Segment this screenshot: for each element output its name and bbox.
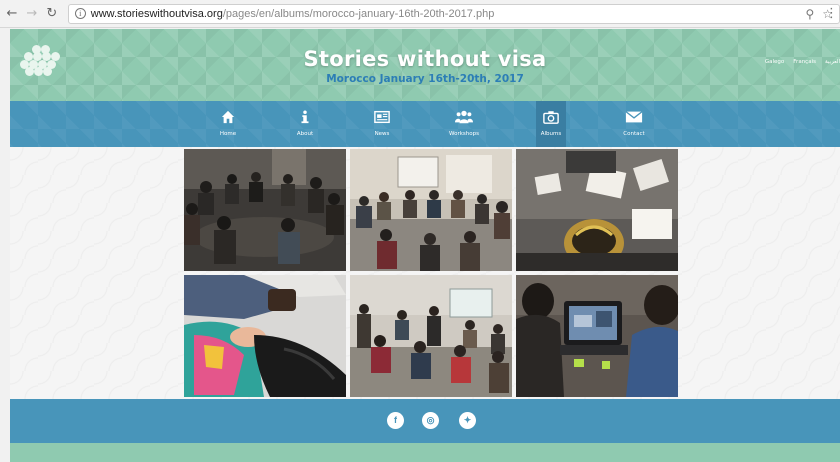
language-switcher: Galego Français العربية — [765, 59, 840, 65]
instagram-icon[interactable]: ◎ — [422, 412, 439, 429]
site-title: Stories without visa — [303, 47, 547, 71]
nav-contact[interactable]: Contact — [619, 101, 649, 147]
nav-label: Contact — [623, 131, 645, 137]
nav-label: Albums — [540, 131, 562, 137]
nav-workshops[interactable]: Workshops — [444, 101, 484, 147]
nav-label: About — [296, 131, 314, 137]
nav-label: News — [374, 131, 390, 137]
url-path: /pages/en/albums/morocco-january-16th-20… — [222, 7, 495, 20]
site-footer: f ◎ ✦ — [10, 399, 840, 443]
info-icon[interactable]: i — [74, 8, 86, 19]
back-arrow-icon[interactable]: ← — [4, 6, 20, 22]
photo-icon — [350, 149, 512, 271]
album-photo-3[interactable] — [516, 149, 678, 271]
address-bar[interactable]: i www.storieswithoutvisa.org/pages/en/al… — [67, 3, 840, 24]
nav-about[interactable]: About — [290, 101, 320, 147]
album-gallery — [10, 147, 840, 399]
nav-home[interactable]: Home — [213, 101, 243, 147]
nav-label: Workshops — [448, 131, 479, 137]
lang-galego[interactable]: Galego — [765, 59, 784, 65]
album-photo-5[interactable] — [350, 275, 512, 397]
zoom-icon[interactable]: ⚲ — [805, 7, 814, 21]
site-subtitle: Morocco January 16th-20th, 2017 — [326, 73, 524, 85]
photo-icon — [184, 275, 346, 397]
album-photo-4[interactable] — [184, 275, 346, 397]
envelope-icon — [625, 111, 643, 123]
main-navigation: Home About News Workshops Albums Contact — [10, 101, 840, 147]
lang-arabic[interactable]: العربية — [825, 59, 840, 65]
album-photo-1[interactable] — [184, 149, 346, 271]
users-icon — [455, 110, 473, 124]
nav-news[interactable]: News — [367, 101, 397, 147]
camera-icon — [543, 111, 559, 124]
nav-label: Home — [219, 131, 237, 137]
site-header: Stories without visa Morocco January 16t… — [10, 29, 840, 101]
info-icon — [301, 110, 309, 124]
footer-strip — [10, 443, 840, 462]
nav-albums[interactable]: Albums — [536, 101, 566, 147]
photo-icon — [184, 149, 346, 271]
photo-icon — [516, 149, 678, 271]
newspaper-icon — [374, 110, 390, 124]
url-host: www.storieswithoutvisa.org — [90, 7, 223, 20]
album-photo-6[interactable] — [516, 275, 678, 397]
photo-icon — [350, 275, 512, 397]
lang-francais[interactable]: Français — [793, 59, 816, 65]
photo-icon — [516, 275, 678, 397]
forward-arrow-icon[interactable]: → — [24, 6, 40, 22]
browser-toolbar: ← → ↻ i www.storieswithoutvisa.org/pages… — [0, 0, 840, 28]
reload-icon[interactable]: ↻ — [44, 6, 60, 22]
album-photo-2[interactable] — [350, 149, 512, 271]
twitter-icon[interactable]: ✦ — [459, 412, 476, 429]
menu-icon[interactable]: ⋮ — [825, 6, 838, 21]
home-icon — [221, 110, 235, 124]
facebook-icon[interactable]: f — [387, 412, 404, 429]
